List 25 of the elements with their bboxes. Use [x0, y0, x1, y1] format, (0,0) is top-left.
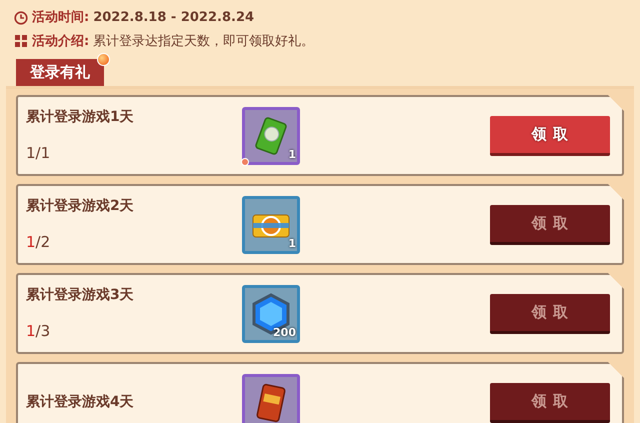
reward-title: 累计登录游戏1天 — [26, 108, 135, 127]
progress-count: 1/2 — [26, 232, 52, 253]
reward-item-slot[interactable]: 1 — [242, 196, 300, 254]
event-time-value: 2022.8.18 - 2022.8.24 — [93, 9, 254, 27]
event-time-label: 活动时间: — [32, 9, 90, 27]
item-quantity: 1 — [288, 147, 296, 163]
reward-item-slot[interactable]: 200 — [242, 284, 300, 342]
grid-icon — [14, 34, 28, 48]
clock-icon — [14, 10, 28, 25]
progress-count: 1/1 — [26, 142, 52, 164]
claim-button[interactable]: 领 取 — [490, 382, 610, 422]
reward-title: 累计登录游戏4天 — [26, 393, 135, 412]
item-quantity: 1 — [288, 236, 296, 252]
claim-button[interactable]: 领 取 — [490, 116, 610, 156]
reward-item-slot[interactable]: 1 — [242, 106, 300, 164]
claim-button[interactable]: 领 取 — [490, 294, 610, 334]
event-intro-label: 活动介绍: — [32, 32, 90, 50]
reward-title: 累计登录游戏2天 — [26, 196, 135, 216]
event-intro-text: 累计登录达指定天数，即可领取好礼。 — [93, 32, 314, 50]
login-reward-tab[interactable]: 登录有礼 — [16, 59, 104, 86]
progress-count: 1/3 — [26, 320, 52, 342]
reward-title: 累计登录游戏3天 — [26, 286, 135, 305]
reward-item-slot[interactable] — [242, 374, 300, 423]
claim-button[interactable]: 领 取 — [490, 204, 610, 244]
item-quantity: 200 — [273, 325, 296, 341]
